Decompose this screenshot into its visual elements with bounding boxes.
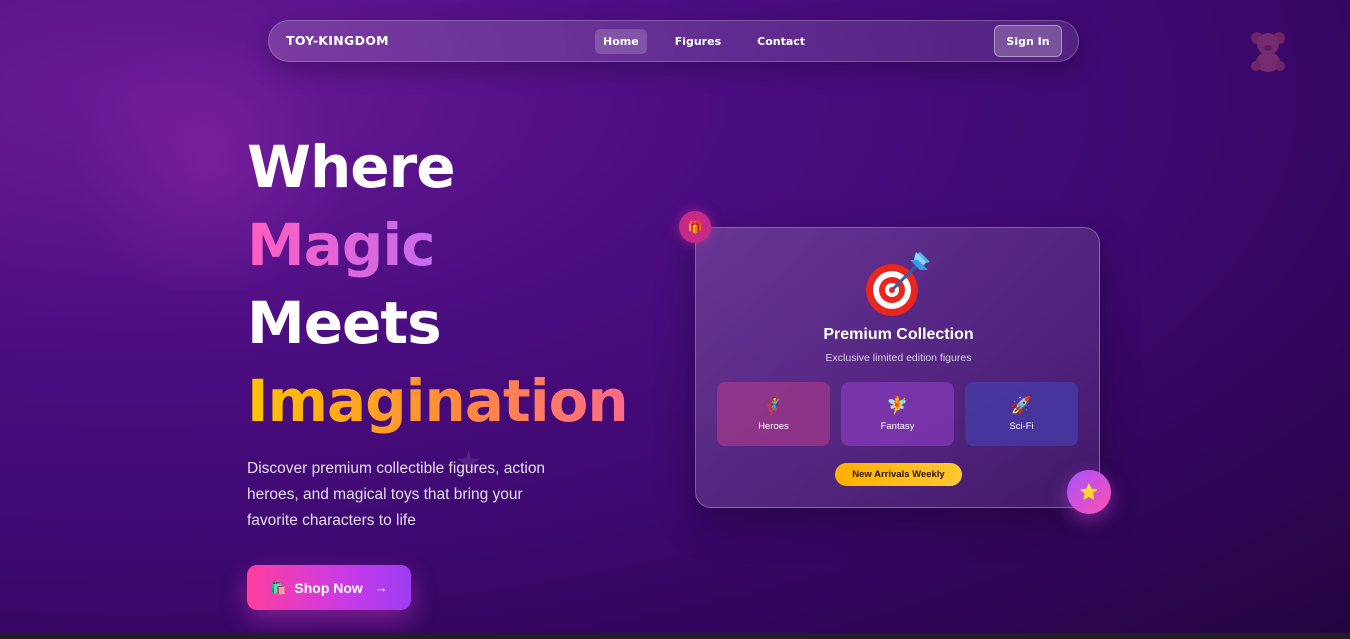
category-label: Sci-Fi — [1009, 420, 1034, 432]
top-navbar: TOY-KINGDOM Home Figures Contact Sign In — [268, 20, 1079, 62]
shop-now-button[interactable]: 🛍️ Shop Now → — [247, 565, 411, 610]
nav-link-contact[interactable]: Contact — [749, 29, 813, 54]
category-sci-fi[interactable]: 🚀 Sci-Fi — [965, 382, 1078, 446]
hero-description: Discover premium collectible figures, ac… — [247, 460, 546, 529]
card-title: Premium Collection — [823, 326, 974, 343]
shop-now-label: Shop Now — [294, 579, 363, 596]
rocket-icon: 🚀 — [1010, 395, 1033, 416]
sign-in-button[interactable]: Sign In — [994, 25, 1062, 57]
category-label: Heroes — [758, 420, 789, 432]
headline-word-where: Where — [247, 133, 456, 201]
new-arrivals-badge: New Arrivals Weekly — [835, 463, 962, 486]
shopping-bag-icon: 🛍️ — [270, 579, 287, 595]
gift-icon: 🎁 — [679, 211, 711, 243]
hero-figure-icon: 🦸 — [762, 395, 785, 416]
bottom-edge-bar — [0, 633, 1350, 639]
target-dart-icon — [866, 252, 930, 316]
category-heroes[interactable]: 🦸 Heroes — [717, 382, 830, 446]
hero-headline: Where Magic Meets Imagination — [247, 128, 629, 440]
teddy-bear-icon — [1251, 32, 1285, 72]
headline-word-meets: Meets — [247, 289, 442, 357]
fairy-icon: 🧚 — [886, 395, 909, 416]
card-subtitle: Exclusive limited edition figures — [825, 352, 972, 364]
category-label: Fantasy — [880, 420, 915, 432]
nav-link-figures[interactable]: Figures — [667, 29, 729, 54]
nav-link-home[interactable]: Home — [595, 29, 647, 54]
brand-logo[interactable]: TOY-KINGDOM — [286, 33, 389, 48]
headline-word-magic: Magic — [247, 211, 436, 279]
category-grid: 🦸 Heroes 🧚 Fantasy 🚀 Sci-Fi — [717, 382, 1078, 446]
star-icon: ⭐ — [1067, 470, 1111, 514]
premium-collection-card: Premium Collection Exclusive limited edi… — [695, 227, 1100, 508]
headline-word-imagination: Imagination — [247, 367, 629, 435]
category-fantasy[interactable]: 🧚 Fantasy — [841, 382, 954, 446]
arrow-right-icon: → — [374, 580, 388, 595]
nav-links: Home Figures Contact — [595, 29, 813, 54]
